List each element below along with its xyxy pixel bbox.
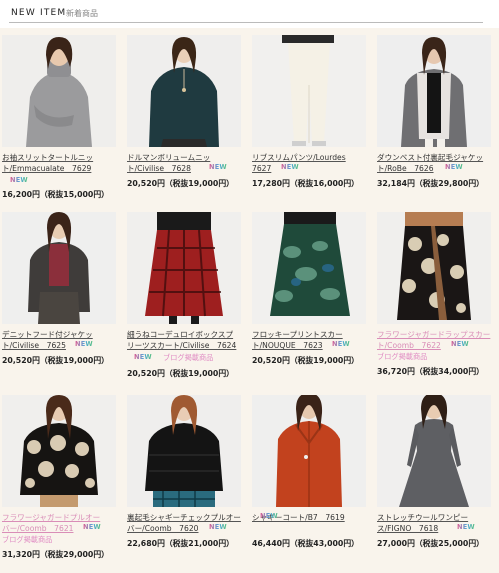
new-badge: NEW [332, 340, 350, 348]
product-tags: NEW [377, 163, 495, 174]
new-badge: NEW [10, 176, 28, 184]
product-price: 20,520円（税抜19,000円） [252, 356, 359, 365]
new-badge: NEW [457, 523, 475, 531]
product-image[interactable] [2, 212, 116, 324]
product-image[interactable] [377, 35, 491, 147]
product-image[interactable] [252, 212, 366, 324]
new-badge: NEW [260, 512, 278, 520]
new-badge: NEW [451, 340, 469, 348]
product-image[interactable] [252, 395, 366, 507]
new-badge: NEW [209, 163, 227, 171]
blog-featured-label: ブログ掲載商品 [377, 352, 428, 361]
new-badge: NEW [209, 523, 227, 531]
new-badge: NEW [75, 340, 93, 348]
product-tags: NEW ブログ掲載商品 [127, 353, 245, 364]
product-tags: NEW ブログ掲載商品 [2, 523, 120, 544]
product-tags: NEW [127, 163, 245, 174]
product-grid: お袖スリットタートルニッ ト/Emmacualate 7629 NEW 16,20… [0, 28, 499, 573]
product-price: 22,680円（税抜21,000円） [127, 539, 234, 548]
blog-featured-label: ブログ掲載商品 [2, 535, 53, 544]
product-image[interactable] [2, 395, 116, 507]
product-image[interactable] [127, 35, 241, 147]
product-image[interactable] [252, 35, 366, 147]
section-title: NEW ITEM [11, 8, 67, 18]
product-image[interactable] [377, 212, 491, 324]
section-header: NEW ITEM 新着商品 [0, 0, 499, 28]
product-price: 20,520円（税抜19,000円） [127, 369, 234, 378]
product-name[interactable]: お袖スリットタートルニッ ト/Emmacualate 7629 [2, 152, 120, 174]
new-badge: NEW [134, 353, 152, 361]
product-name[interactable]: 細うねコーデュロイボックスプ リーツスカート/Civilise 7624 [127, 329, 245, 351]
product-price: 16,200円（税抜15,000円） [2, 190, 109, 199]
product-price: 17,280円（税抜16,000円） [252, 179, 359, 188]
header-divider [9, 22, 483, 23]
product-tags: NEW ブログ掲載商品 [377, 340, 495, 361]
product-image[interactable] [2, 35, 116, 147]
product-tags: NEW [377, 523, 495, 534]
product-tags: NEW [252, 163, 370, 174]
section-subtitle: 新着商品 [66, 9, 98, 18]
product-image[interactable] [127, 395, 241, 507]
product-tags: NEW [2, 176, 120, 187]
new-badge: NEW [281, 163, 299, 171]
new-badge: NEW [83, 523, 101, 531]
product-price: 46,440円（税抜43,000円） [252, 539, 359, 548]
product-price: 20,520円（税抜19,000円） [127, 179, 234, 188]
product-tags: NEW [252, 512, 370, 534]
product-tags: NEW [2, 340, 120, 351]
product-tags: NEW [252, 340, 370, 351]
product-tags: NEW [127, 523, 245, 534]
product-image[interactable] [377, 395, 491, 507]
product-price: 20,520円（税抜19,000円） [2, 356, 109, 365]
blog-featured-label: ブログ掲載商品 [163, 353, 214, 362]
product-price: 27,000円（税抜25,000円） [377, 539, 484, 548]
new-badge: NEW [445, 163, 463, 171]
product-image[interactable] [127, 212, 241, 324]
product-price: 32,184円（税抜29,800円） [377, 179, 484, 188]
product-price: 36,720円（税抜34,000円） [377, 367, 484, 376]
product-price: 31,320円（税抜29,000円） [2, 550, 109, 559]
